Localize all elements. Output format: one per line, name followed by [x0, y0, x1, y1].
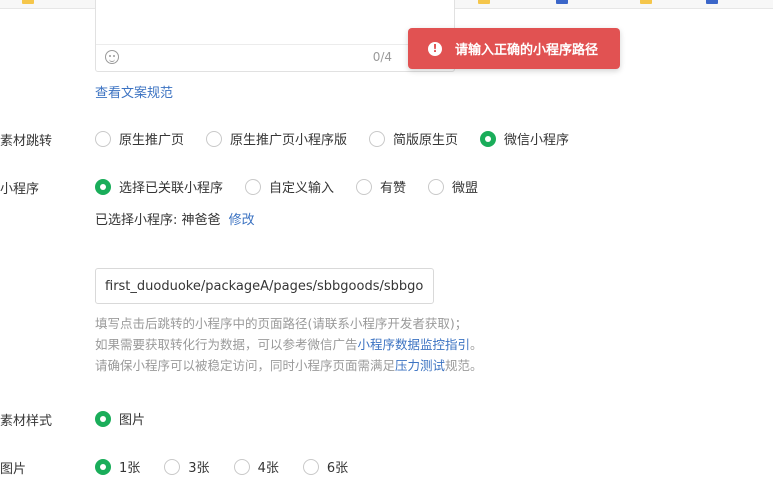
radio-circle-checked: [95, 410, 111, 427]
radio-circle: [233, 458, 250, 475]
copy-textarea[interactable]: 0/4: [95, 0, 455, 72]
radio-circle: [245, 178, 262, 195]
stress-test-link[interactable]: 压力测试: [395, 358, 445, 373]
bookmark-folder-icon[interactable]: [478, 0, 490, 4]
data-monitor-guide-link[interactable]: 小程序数据监控指引: [358, 337, 471, 352]
selected-miniprogram: 已选择小程序: 神爸爸 修改: [95, 209, 255, 228]
radio-native-page-miniprogram[interactable]: 原生推广页小程序版: [206, 129, 347, 148]
bookmark-site-icon[interactable]: [706, 0, 718, 4]
style-label: 素材样式: [0, 414, 53, 429]
bookmark-site-icon[interactable]: [556, 0, 568, 4]
radio-circle: [356, 178, 373, 195]
path-help: 填写点击后跳转的小程序中的页面路径(请联系小程序开发者获取)； 如果需要获取转化…: [95, 313, 483, 376]
image-count-label: 图片: [0, 462, 27, 477]
help-line: 请确保小程序可以被稳定访问，同时小程序页面需满足压力测试规范。: [95, 358, 483, 373]
radio-circle: [428, 178, 445, 195]
char-count: 0/4: [372, 50, 392, 64]
miniprogram-path-input[interactable]: [95, 268, 434, 304]
radio-image-4[interactable]: 4张: [233, 457, 279, 476]
image-count-radio-group: 1张 3张 4张 6张: [95, 457, 368, 476]
radio-image-1[interactable]: 1张: [95, 457, 140, 476]
bookmark-folder-icon[interactable]: [22, 0, 34, 4]
mini-program-radio-group: 选择已关联小程序 自定义输入 有赞 微盟: [95, 177, 498, 196]
radio-circle: [369, 130, 386, 147]
bookmark-folder-icon[interactable]: [640, 0, 652, 4]
toast-message: 请输入正确的小程序路径: [455, 43, 599, 58]
radio-circle-checked: [95, 458, 111, 475]
radio-circle: [302, 458, 319, 475]
radio-circle-checked: [95, 178, 111, 195]
style-radio-group: 图片: [95, 409, 165, 428]
radio-weimob[interactable]: 微盟: [428, 177, 478, 196]
radio-wechat-miniprogram[interactable]: 微信小程序: [480, 129, 569, 148]
help-line: 如果需要获取转化行为数据，可以参考微信广告小程序数据监控指引。: [95, 337, 483, 352]
radio-circle-checked: [480, 130, 497, 147]
mini-program-label: 小程序: [0, 182, 40, 197]
radio-image-6[interactable]: 6张: [302, 457, 348, 476]
error-toast: ! 请输入正确的小程序路径: [408, 28, 620, 69]
radio-simple-native-page[interactable]: 简版原生页: [369, 129, 458, 148]
radio-circle: [206, 130, 223, 147]
radio-linked-miniprogram[interactable]: 选择已关联小程序: [95, 177, 223, 196]
radio-circle: [95, 130, 111, 147]
jump-radio-group: 原生推广页 原生推广页小程序版 简版原生页 微信小程序: [95, 129, 589, 148]
radio-circle: [164, 458, 181, 475]
textarea-footer: 0/4: [96, 44, 454, 71]
radio-custom-input[interactable]: 自定义输入: [245, 177, 334, 196]
modify-link[interactable]: 修改: [229, 213, 255, 228]
emoji-icon[interactable]: [105, 50, 119, 64]
help-line: 填写点击后跳转的小程序中的页面路径(请联系小程序开发者获取)；: [95, 316, 468, 331]
radio-native-page[interactable]: 原生推广页: [95, 129, 184, 148]
jump-label: 素材跳转: [0, 134, 53, 149]
radio-youzan[interactable]: 有赞: [356, 177, 406, 196]
copy-guide-link[interactable]: 查看文案规范: [95, 82, 173, 101]
exclamation-icon: !: [428, 41, 442, 56]
radio-style-image[interactable]: 图片: [95, 409, 145, 428]
radio-image-3[interactable]: 3张: [164, 457, 210, 476]
selected-miniprogram-text: 已选择小程序: 神爸爸: [95, 213, 221, 228]
